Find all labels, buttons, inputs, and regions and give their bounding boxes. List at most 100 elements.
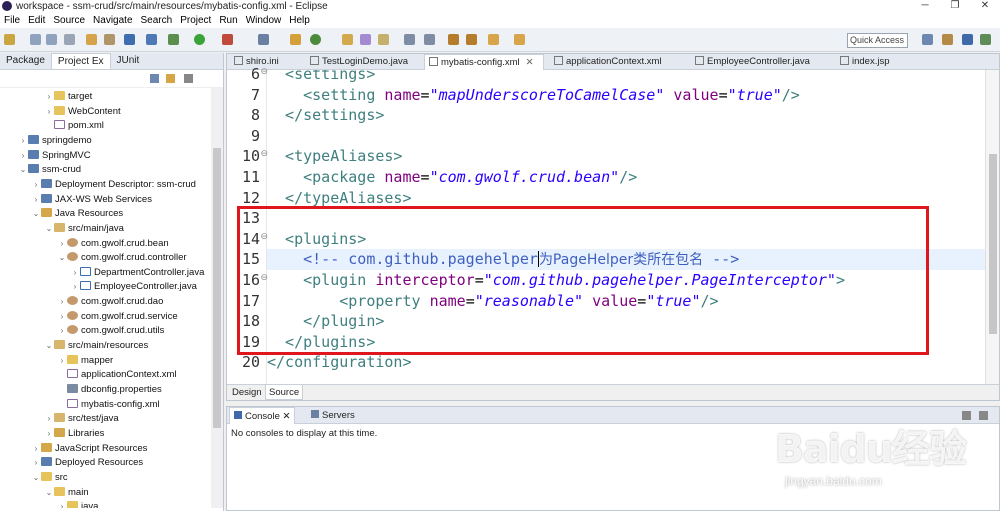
tree-item[interactable]: ⌄ src/main/resources [44, 339, 148, 353]
tree-item[interactable]: › com.gwolf.crud.dao [57, 295, 163, 309]
close-tab-icon[interactable]: ✕ [526, 57, 534, 68]
tree-expander-icon[interactable]: › [70, 280, 80, 294]
code-line[interactable]: </plugins> [267, 332, 375, 353]
tree-expander-icon[interactable]: › [57, 324, 67, 338]
new-icon[interactable] [4, 34, 15, 45]
editor-tab[interactable]: EmployeeController.java [691, 54, 831, 70]
tree-scrollbar-thumb[interactable] [213, 148, 221, 428]
tree-item[interactable]: › JavaScript Resources [31, 442, 147, 456]
tree-item[interactable]: › Deployment Descriptor: ssm-crud [31, 178, 196, 192]
code-area[interactable]: <settings> <setting name="mapUnderscoreT… [267, 70, 987, 384]
tree-expander-icon[interactable]: ⌄ [44, 339, 54, 353]
tree-expander-icon[interactable]: › [57, 354, 67, 368]
annotation-icon[interactable] [378, 34, 389, 45]
tree-item[interactable]: › Libraries [44, 427, 104, 441]
skip-breakpoints-icon[interactable] [146, 34, 157, 45]
code-line[interactable]: <!-- com.github.pagehelper为PageHelper类所在… [267, 249, 987, 270]
search-tool-icon[interactable] [360, 34, 371, 45]
tree-expander-icon[interactable]: › [31, 456, 41, 470]
tab-console[interactable]: Console ✕ [229, 407, 296, 424]
external-tools-icon[interactable] [222, 34, 233, 45]
menu-navigate[interactable]: Navigate [89, 15, 136, 26]
tree-item[interactable]: pom.xml [44, 119, 104, 133]
tree-expander-icon[interactable]: ⌄ [44, 486, 54, 500]
tree-item[interactable]: › EmployeeController.java [70, 280, 197, 294]
server-icon[interactable] [258, 34, 269, 45]
tree-expander-icon[interactable]: › [57, 500, 67, 508]
collapse-all-icon[interactable] [150, 74, 159, 83]
tree-item[interactable]: › com.gwolf.crud.service [57, 310, 178, 324]
tree-item[interactable]: ⌄ src/main/java [44, 222, 124, 236]
tree-item[interactable]: › JAX-WS Web Services [31, 193, 152, 207]
new-java-project-icon[interactable] [290, 34, 301, 45]
tree-expander-icon[interactable]: › [18, 134, 28, 148]
menu-source[interactable]: Source [49, 15, 89, 26]
open-resource-icon[interactable] [342, 34, 353, 45]
minimize-button[interactable]: ─ [910, 0, 940, 12]
menu-project[interactable]: Project [176, 15, 215, 26]
editor-scrollbar-thumb[interactable] [989, 154, 997, 334]
next-annotation-icon[interactable] [448, 34, 459, 45]
tree-expander-icon[interactable]: › [44, 90, 54, 104]
tree-expander-icon[interactable]: › [44, 105, 54, 119]
tree-expander-icon[interactable]: › [44, 412, 54, 426]
tree-expander-icon[interactable]: ⌄ [57, 251, 67, 265]
maximize-view-icon[interactable] [979, 411, 988, 420]
view-menu-icon[interactable] [184, 74, 193, 83]
save-icon[interactable] [30, 34, 41, 45]
tree-item[interactable]: ⌄ src [31, 471, 68, 485]
editor-scrollbar[interactable] [985, 70, 999, 384]
tree-item[interactable]: › DepartmentController.java [70, 266, 204, 280]
tab-servers[interactable]: Servers [307, 407, 359, 424]
tree-item[interactable]: dbconfig.properties [57, 383, 162, 397]
tab-project-explorer[interactable]: Project Ex [50, 53, 111, 69]
tree-expander-icon[interactable]: › [31, 442, 41, 456]
tree-item[interactable]: ⌄ ssm-crud [18, 163, 81, 177]
tree-expander-icon[interactable]: › [57, 237, 67, 251]
tab-junit[interactable]: JUnit [111, 53, 146, 69]
toggle-mark-icon[interactable] [404, 34, 415, 45]
tree-item[interactable]: › SpringMVC [18, 149, 91, 163]
save-all-icon[interactable] [46, 34, 57, 45]
menu-search[interactable]: Search [137, 15, 177, 26]
code-line[interactable]: <settings> [267, 70, 375, 85]
open-task-icon[interactable] [104, 34, 115, 45]
code-line[interactable]: </configuration> [267, 352, 412, 373]
tree-expander-icon[interactable]: ⌄ [31, 207, 41, 221]
java-perspective-icon[interactable] [962, 34, 973, 45]
tree-item[interactable]: › WebContent [44, 105, 121, 119]
tree-expander-icon[interactable]: ⌄ [31, 471, 41, 485]
code-line[interactable]: </plugin> [267, 311, 384, 332]
tab-package-explorer[interactable]: Package [0, 53, 51, 69]
terminal-icon[interactable] [124, 34, 135, 45]
tree-item[interactable]: › springdemo [18, 134, 92, 148]
menu-edit[interactable]: Edit [24, 15, 49, 26]
code-line[interactable]: <plugins> [267, 229, 366, 250]
last-edit-icon[interactable] [424, 34, 435, 45]
tree-scrollbar[interactable] [211, 88, 223, 508]
tree-item[interactable]: ⌄ main [44, 486, 89, 500]
tree-expander-icon[interactable]: › [18, 149, 28, 163]
editor-tab[interactable]: mybatis-config.xml ✕ [424, 54, 544, 70]
menu-file[interactable]: File [0, 15, 24, 26]
menu-run[interactable]: Run [215, 15, 241, 26]
prev-annotation-icon[interactable] [466, 34, 477, 45]
tree-expander-icon[interactable]: ⌄ [44, 222, 54, 236]
tree-item[interactable]: › java [57, 500, 98, 508]
menu-window[interactable]: Window [242, 15, 286, 26]
tree-item[interactable]: mybatis-config.xml [57, 398, 160, 412]
close-button[interactable]: ✕ [970, 0, 1000, 12]
tree-item[interactable]: applicationContext.xml [57, 368, 177, 382]
print-icon[interactable] [64, 34, 75, 45]
run-icon[interactable] [194, 34, 205, 45]
minimize-view-icon[interactable] [962, 411, 971, 420]
tree-item[interactable]: › mapper [57, 354, 113, 368]
code-line[interactable]: <plugin interceptor="com.github.pagehelp… [267, 270, 845, 291]
tree-item[interactable]: › com.gwolf.crud.utils [57, 324, 164, 338]
tree-item[interactable]: › com.gwolf.crud.bean [57, 237, 169, 251]
back-icon[interactable] [488, 34, 499, 45]
menu-help[interactable]: Help [285, 15, 314, 26]
javaee-perspective-icon[interactable] [942, 34, 953, 45]
tab-design[interactable]: Design [229, 385, 265, 400]
link-with-editor-icon[interactable] [166, 74, 175, 83]
